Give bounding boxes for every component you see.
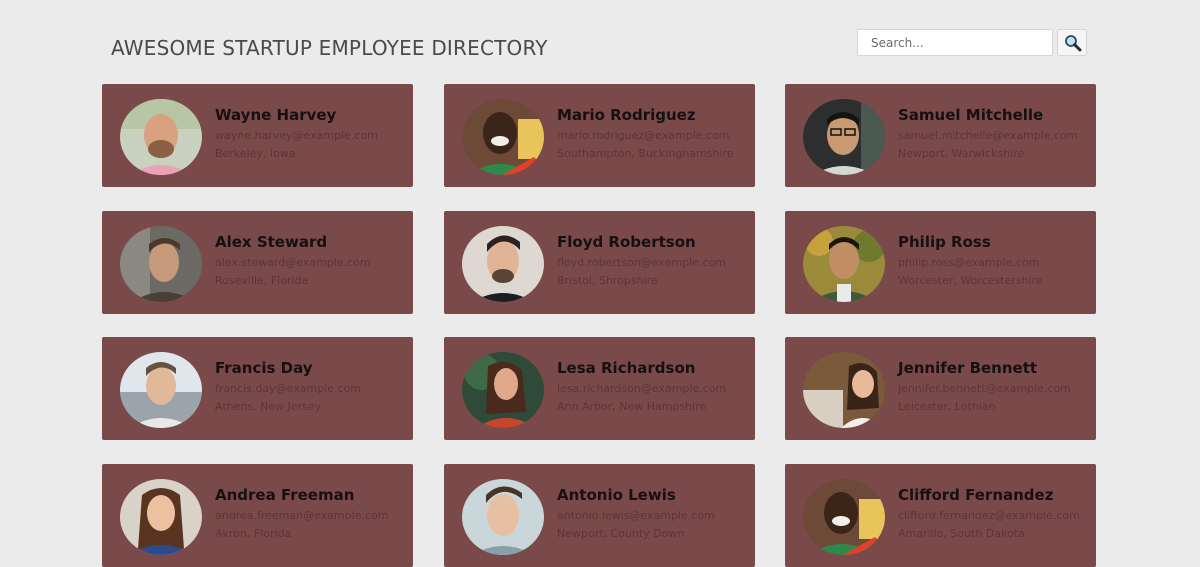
employee-email: mario.rodriguez@example.com: [557, 129, 730, 142]
employee-avatar: [803, 479, 885, 555]
employee-location: Berkeley, Iowa: [215, 147, 296, 160]
employee-email: francis.day@example.com: [215, 382, 362, 395]
employee-location: Bristol, Shropshire: [557, 274, 658, 287]
employee-email: floyd.robertson@example.com: [557, 256, 727, 269]
employee-name: Clifford Fernandez: [898, 486, 1054, 504]
employee-avatar: [462, 479, 544, 555]
employee-name: Andrea Freeman: [215, 486, 355, 504]
employee-card[interactable]: Mario Rodriguez mario.rodriguez@example.…: [444, 84, 755, 187]
employee-name: Philip Ross: [898, 233, 991, 251]
employee-location: Athens, New Jersey: [215, 400, 322, 413]
employee-avatar: [120, 479, 202, 555]
employee-name: Wayne Harvey: [215, 106, 337, 124]
employee-email: antonio.lewis@example.com: [557, 509, 715, 522]
employee-name: Jennifer Bennett: [898, 359, 1038, 377]
employee-card[interactable]: Andrea Freeman andrea.freeman@example.co…: [102, 464, 413, 567]
employee-card[interactable]: Francis Day francis.day@example.com Athe…: [102, 337, 413, 440]
employee-avatar: [120, 352, 202, 428]
employee-card[interactable]: Antonio Lewis antonio.lewis@example.com …: [444, 464, 755, 567]
magnifier-icon: [1065, 35, 1082, 52]
employee-location: Newport, County Down: [557, 527, 685, 540]
employee-location: Worcester, Worcestershire: [898, 274, 1043, 287]
employee-card[interactable]: Philip Ross philip.ross@example.com Worc…: [785, 211, 1096, 314]
employee-card[interactable]: Jennifer Bennett jennifer.bennett@exampl…: [785, 337, 1096, 440]
employee-avatar: [803, 352, 885, 428]
employee-name: Antonio Lewis: [557, 486, 676, 504]
employee-location: Leicester, Lothian: [898, 400, 996, 413]
employee-location: Ann Arbor, New Hampshire: [557, 400, 707, 413]
employee-email: philip.ross@example.com: [898, 256, 1040, 269]
page-title: AWESOME STARTUP EMPLOYEE DIRECTORY: [111, 36, 548, 60]
employee-name: Francis Day: [215, 359, 313, 377]
employee-avatar: [803, 99, 885, 175]
employee-avatar: [120, 226, 202, 302]
employee-name: Samuel Mitchelle: [898, 106, 1044, 124]
employee-name: Lesa Richardson: [557, 359, 696, 377]
employee-card[interactable]: Floyd Robertson floyd.robertson@example.…: [444, 211, 755, 314]
employee-email: lesa.richardson@example.com: [557, 382, 727, 395]
employee-location: Amarillo, South Dakota: [898, 527, 1025, 540]
search-button[interactable]: [1057, 29, 1087, 56]
employee-card[interactable]: Lesa Richardson lesa.richardson@example.…: [444, 337, 755, 440]
employee-name: Alex Steward: [215, 233, 328, 251]
page-header: AWESOME STARTUP EMPLOYEE DIRECTORY: [0, 0, 1200, 84]
employee-avatar: [462, 226, 544, 302]
employee-avatar: [803, 226, 885, 302]
employee-avatar: [462, 352, 544, 428]
employee-card[interactable]: Samuel Mitchelle samuel.mitchelle@exampl…: [785, 84, 1096, 187]
employee-email: andrea.freeman@example.com: [215, 509, 389, 522]
employee-card[interactable]: Wayne Harvey wayne.harvey@example.com Be…: [102, 84, 413, 187]
employee-name: Floyd Robertson: [557, 233, 696, 251]
search-input[interactable]: [857, 29, 1053, 56]
employee-location: Akron, Florida: [215, 527, 292, 540]
employee-location: Newport, Warwickshire: [898, 147, 1025, 160]
employee-email: jennifer.bennett@example.com: [898, 382, 1071, 395]
employee-avatar: [120, 99, 202, 175]
employee-avatar: [462, 99, 544, 175]
employee-email: alex.steward@example.com: [215, 256, 371, 269]
employee-email: clifford.fernandez@example.com: [898, 509, 1080, 522]
employee-email: wayne.harvey@example.com: [215, 129, 378, 142]
employee-email: samuel.mitchelle@example.com: [898, 129, 1078, 142]
employee-name: Mario Rodriguez: [557, 106, 696, 124]
employee-card[interactable]: Alex Steward alex.steward@example.com Ro…: [102, 211, 413, 314]
employee-location: Southampton, Buckinghamshire: [557, 147, 734, 160]
employee-card[interactable]: Clifford Fernandez clifford.fernandez@ex…: [785, 464, 1096, 567]
employee-location: Roseville, Florida: [215, 274, 309, 287]
